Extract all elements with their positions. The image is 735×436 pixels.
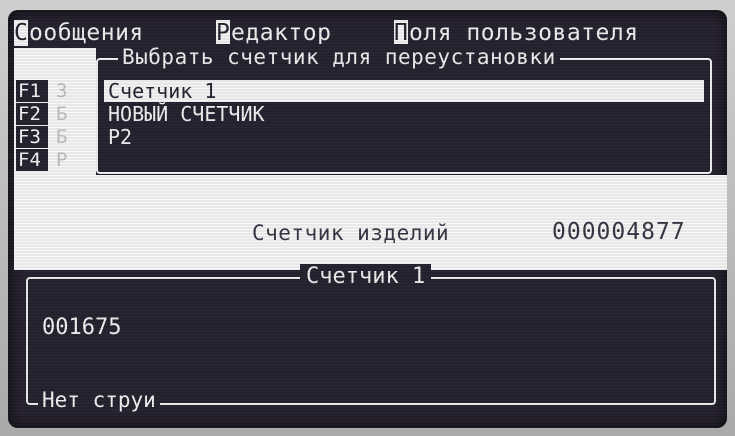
status-message: Нет струи <box>38 388 160 412</box>
menu-user-fields-hotkey: П <box>394 20 409 46</box>
fkey-f4-letter: Р <box>56 149 68 171</box>
list-item-r2[interactable]: Р2 <box>104 126 704 148</box>
menu-editor-hotkey: Р <box>216 20 231 46</box>
top-menu: Сообщения Редактор Поля пользователя <box>14 20 714 46</box>
menu-editor-label: едактор <box>231 20 332 46</box>
menu-messages[interactable]: Сообщения <box>14 20 144 46</box>
counter-detail-box: Счетчик 1 001675 Нет струи <box>26 264 716 412</box>
fkey-f3-label: F3 <box>18 126 41 148</box>
menu-user-fields-label: оля пользователя <box>409 20 639 46</box>
counter-detail-value: 001675 <box>42 315 122 340</box>
counter-select-title: Выбрать счетчик для переустановки <box>118 44 560 70</box>
fkey-f4-label: F4 <box>18 149 41 171</box>
list-item-counter-1[interactable]: Счетчик 1 <box>104 80 704 102</box>
product-counter-value: 000004877 <box>552 219 686 245</box>
counter-detail-title: Счетчик 1 <box>300 264 432 290</box>
counter-select-list: Выбрать счетчик для переустановки Счетчи… <box>96 44 712 174</box>
fkey-f2[interactable]: F2 Б <box>16 103 67 125</box>
printer-display: Сообщения Редактор Поля пользователя F1 З… <box>8 10 727 428</box>
fkey-f1-letter: З <box>56 80 68 102</box>
fkey-f3[interactable]: F3 Б <box>16 126 67 148</box>
menu-editor[interactable]: Редактор <box>216 20 331 46</box>
menu-messages-label: ообщения <box>29 20 144 46</box>
fkey-f3-letter: Б <box>56 126 68 148</box>
fkey-f1[interactable]: F1 З <box>16 80 67 102</box>
product-counter-panel: Счетчик изделий 000004877 <box>14 175 727 270</box>
fkey-f2-label: F2 <box>18 103 41 125</box>
menu-messages-hotkey: С <box>14 20 29 46</box>
fkey-f4[interactable]: F4 Р <box>16 149 67 171</box>
fkey-f2-letter: Б <box>56 103 68 125</box>
product-counter-label: Счетчик изделий <box>252 221 450 245</box>
menu-user-fields[interactable]: Поля пользователя <box>394 20 639 46</box>
list-item-new-counter[interactable]: НОВЫЙ СЧЕТЧИК <box>104 103 704 125</box>
fkey-f1-label: F1 <box>18 80 41 102</box>
